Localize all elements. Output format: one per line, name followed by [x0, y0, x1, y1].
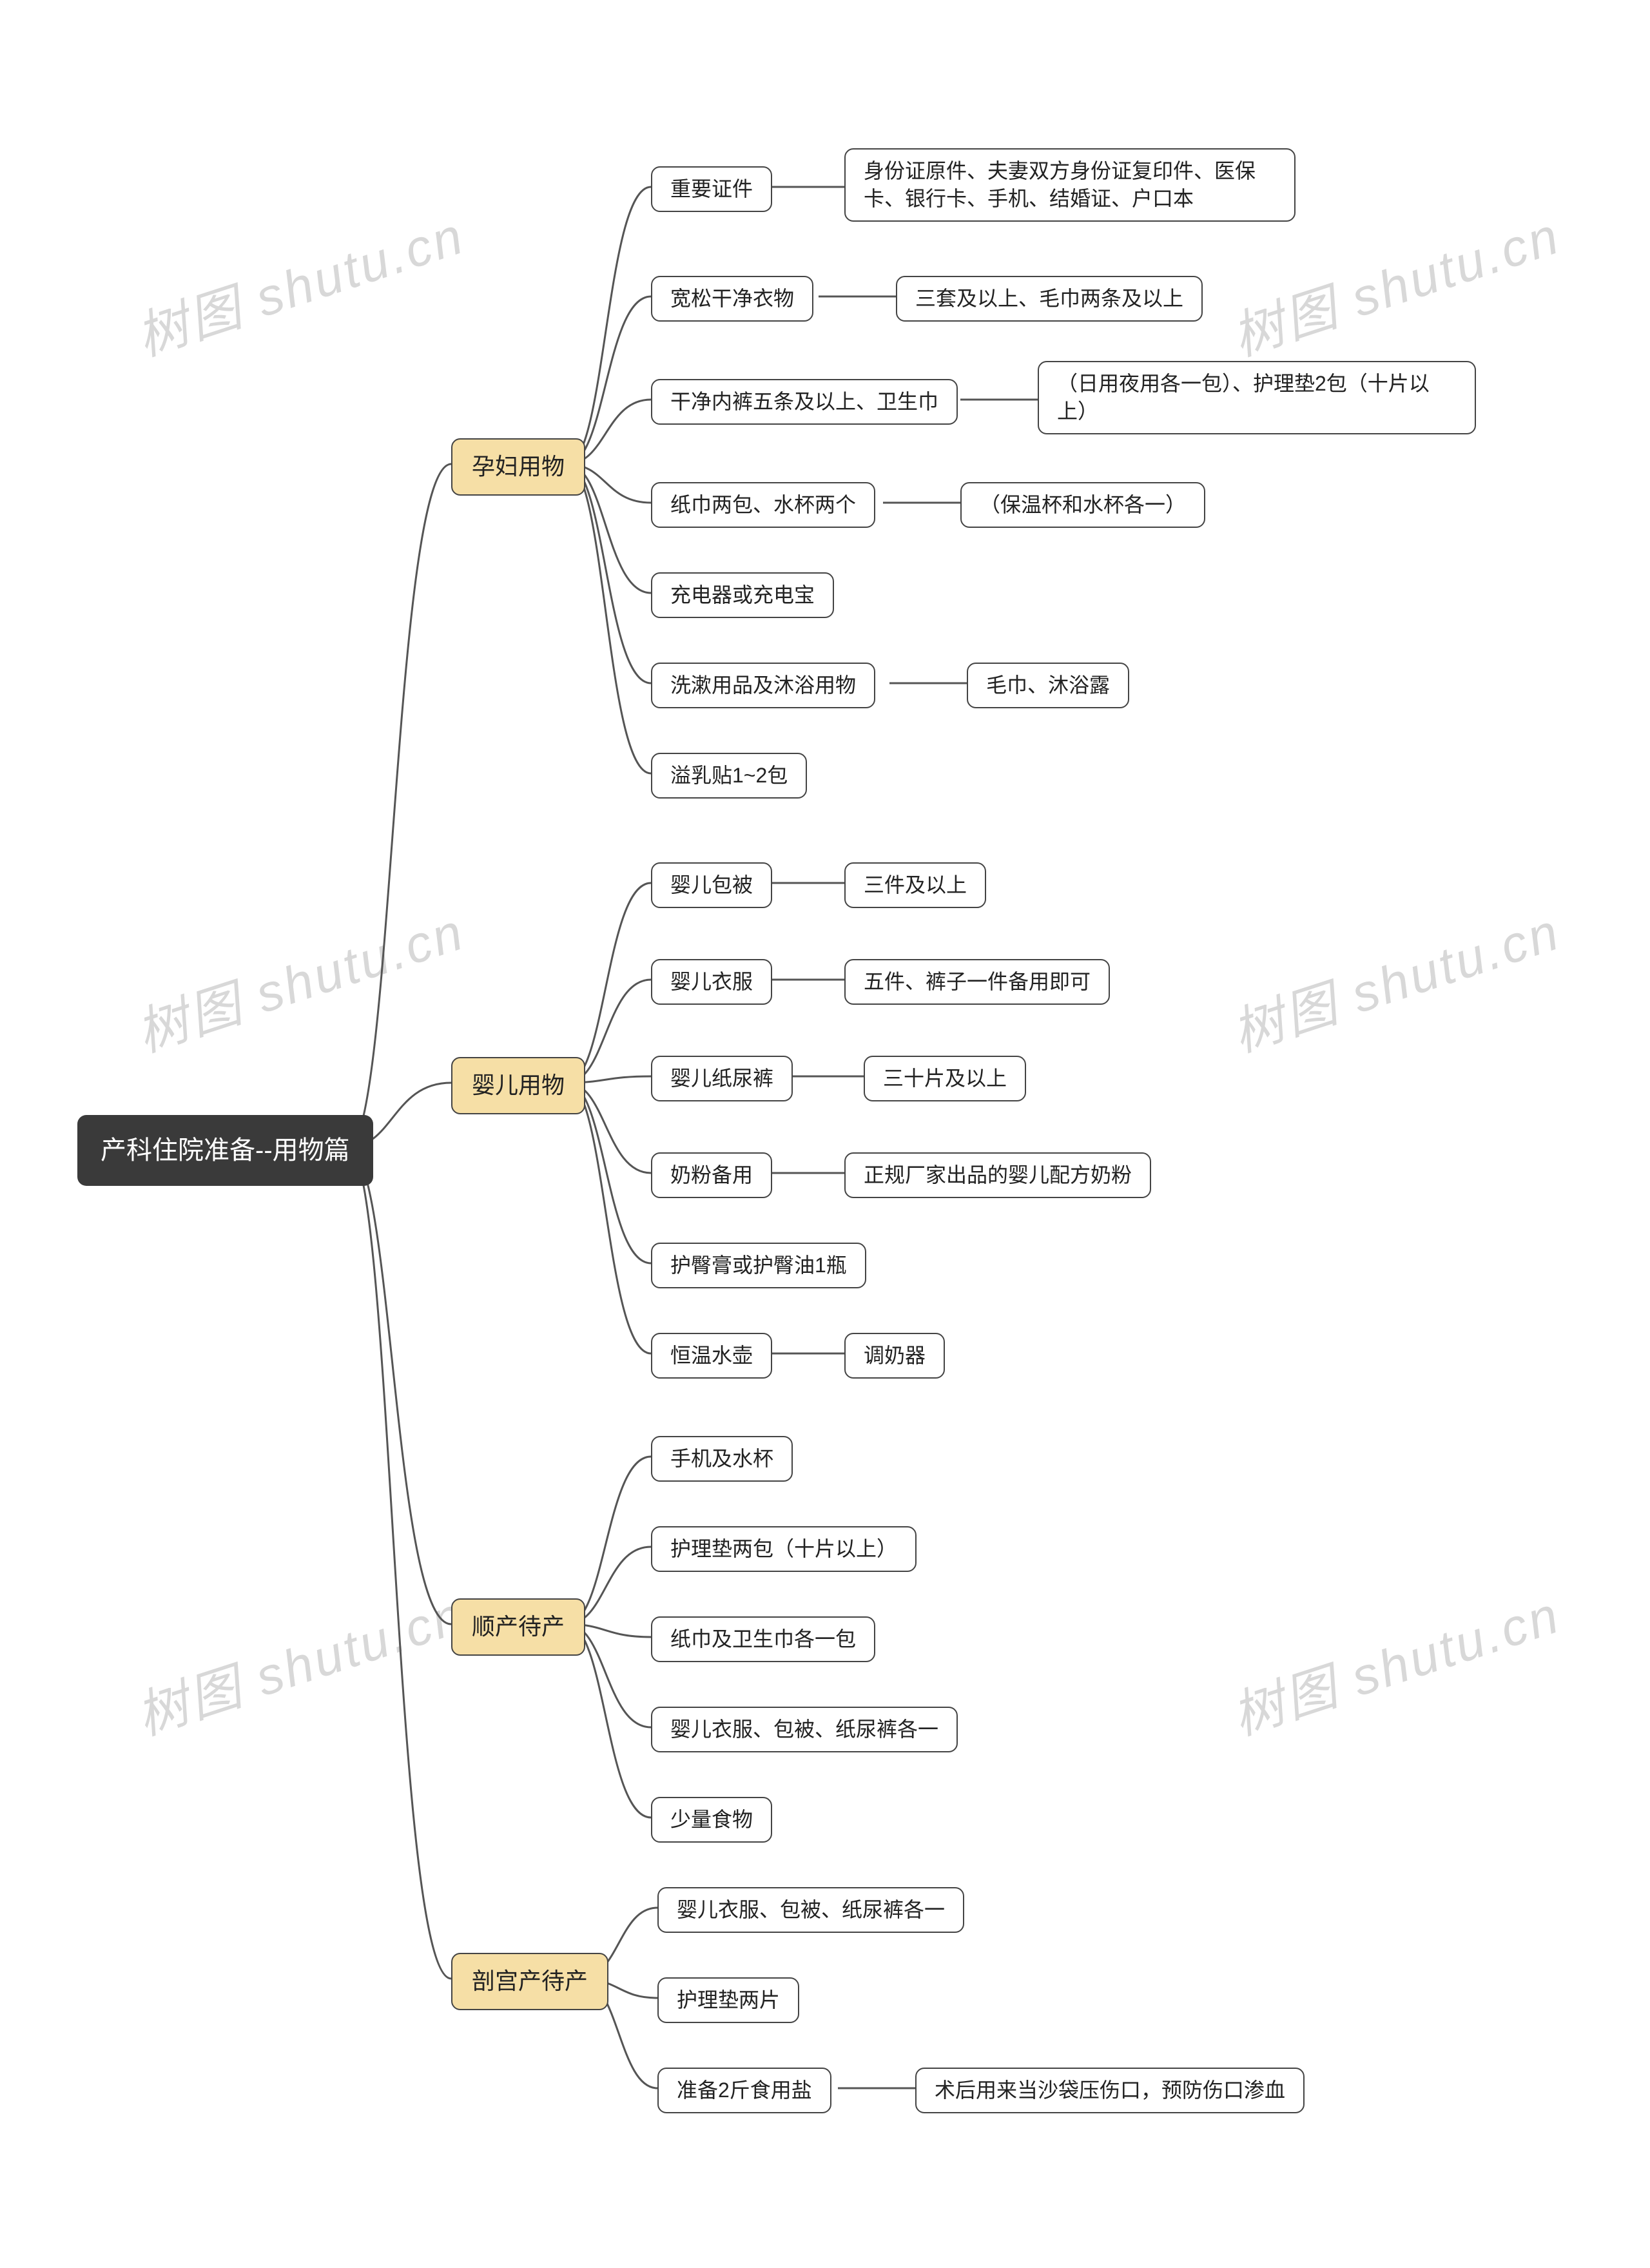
- c1-item-breastpad[interactable]: 溢乳贴1~2包: [651, 753, 807, 799]
- c1-item-tissue[interactable]: 纸巾两包、水杯两个: [651, 482, 875, 528]
- c1-item-underwear-detail: （日用夜用各一包）、护理垫2包（十片以上）: [1038, 361, 1476, 434]
- c2-item-kettle[interactable]: 恒温水壶: [651, 1333, 772, 1379]
- c1-item-toiletries[interactable]: 洗漱用品及沐浴用物: [651, 663, 875, 708]
- root-node[interactable]: 产科住院准备--用物篇: [77, 1115, 373, 1186]
- c2-item-blanket-detail: 三件及以上: [844, 862, 986, 908]
- c2-item-clothes[interactable]: 婴儿衣服: [651, 959, 772, 1005]
- c1-item-docs[interactable]: 重要证件: [651, 166, 772, 212]
- c4-item-baby[interactable]: 婴儿衣服、包被、纸尿裤各一: [657, 1887, 964, 1933]
- c3-item-phone[interactable]: 手机及水杯: [651, 1436, 793, 1482]
- category-pregnant[interactable]: 孕妇用物: [451, 438, 585, 496]
- c2-item-diaper[interactable]: 婴儿纸尿裤: [651, 1056, 793, 1101]
- category-natural[interactable]: 顺产待产: [451, 1598, 585, 1656]
- mindmap-stage: 树图 shutu.cn 树图 shutu.cn 树图 shutu.cn 树图 s…: [0, 0, 1650, 2268]
- c3-item-tissue[interactable]: 纸巾及卫生巾各一包: [651, 1616, 875, 1662]
- c2-item-kettle-detail: 调奶器: [844, 1333, 945, 1379]
- category-baby[interactable]: 婴儿用物: [451, 1057, 585, 1114]
- category-csection[interactable]: 剖宫产待产: [451, 1953, 608, 2010]
- c1-item-underwear[interactable]: 干净内裤五条及以上、卫生巾: [651, 379, 958, 425]
- c1-item-toiletries-detail: 毛巾、沐浴露: [967, 663, 1129, 708]
- c3-item-baby[interactable]: 婴儿衣服、包被、纸尿裤各一: [651, 1707, 958, 1752]
- c1-item-clothes[interactable]: 宽松干净衣物: [651, 276, 813, 322]
- c1-item-clothes-detail: 三套及以上、毛巾两条及以上: [896, 276, 1203, 322]
- c1-item-charger[interactable]: 充电器或充电宝: [651, 572, 834, 618]
- c2-item-clothes-detail: 五件、裤子一件备用即可: [844, 959, 1110, 1005]
- c2-item-milk[interactable]: 奶粉备用: [651, 1152, 772, 1198]
- c4-item-pads[interactable]: 护理垫两片: [657, 1977, 799, 2023]
- c4-item-salt[interactable]: 准备2斤食用盐: [657, 2068, 831, 2113]
- c1-item-docs-detail: 身份证原件、夫妻双方身份证复印件、医保卡、银行卡、手机、结婚证、户口本: [844, 148, 1296, 222]
- c2-item-cream[interactable]: 护臀膏或护臀油1瓶: [651, 1243, 866, 1288]
- c2-item-blanket[interactable]: 婴儿包被: [651, 862, 772, 908]
- c2-item-milk-detail: 正规厂家出品的婴儿配方奶粉: [844, 1152, 1151, 1198]
- c1-item-tissue-detail: （保温杯和水杯各一）: [960, 482, 1205, 528]
- c3-item-pads[interactable]: 护理垫两包（十片以上）: [651, 1526, 917, 1572]
- c2-item-diaper-detail: 三十片及以上: [864, 1056, 1026, 1101]
- c3-item-food[interactable]: 少量食物: [651, 1797, 772, 1843]
- c4-item-salt-detail: 术后用来当沙袋压伤口，预防伤口渗血: [915, 2068, 1305, 2113]
